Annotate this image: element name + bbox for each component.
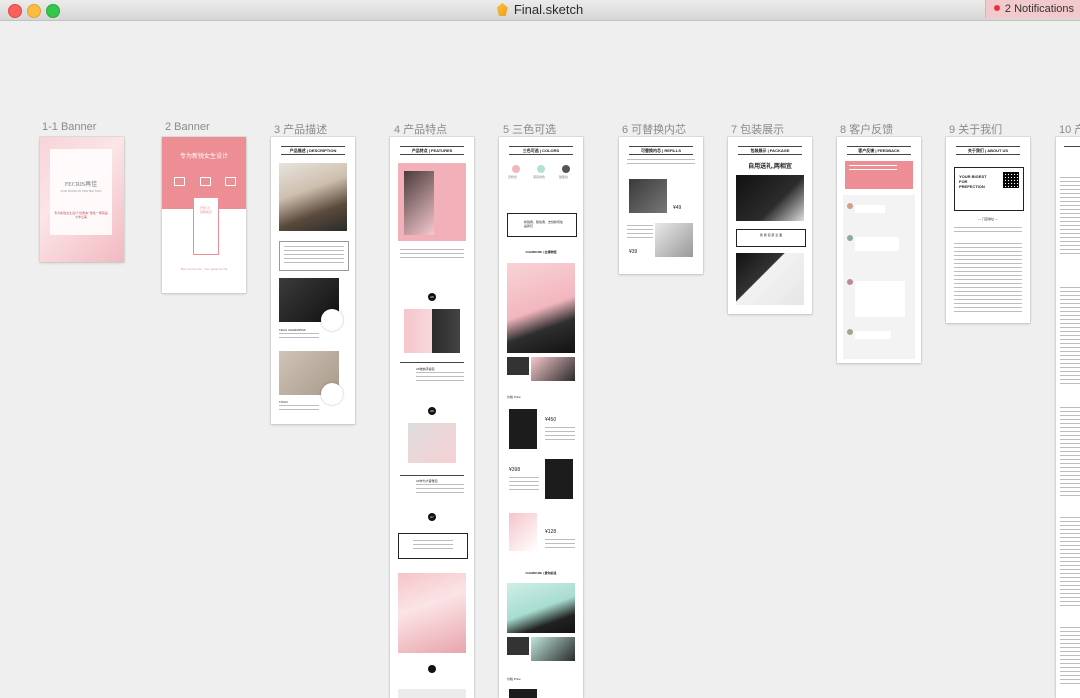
swatch-label: 薄荷绿色 xyxy=(533,175,546,179)
banner-footer-text: Born to love lite · Your guide for life xyxy=(180,267,228,271)
price-heading: 价格 Price xyxy=(507,677,521,681)
artboard-label[interactable]: 1-1 Banner xyxy=(42,121,96,133)
notifications-button[interactable]: 2 Notifications xyxy=(984,0,1080,18)
window-title-text: Final.sketch xyxy=(513,2,584,17)
avatar xyxy=(847,203,853,209)
price-value: ¥128 xyxy=(545,529,557,535)
feature-item: A6作为大容量包 xyxy=(416,479,438,483)
mint-product-photo xyxy=(507,583,575,633)
price-value: ¥398 xyxy=(509,467,521,473)
charm-title: CHARM ME | 爱你前进 xyxy=(525,571,557,575)
logo-badge xyxy=(428,665,436,673)
swatch-label: 皮粉色 xyxy=(508,175,518,179)
product-name: TEAU CHARMPINK xyxy=(279,328,306,332)
artboard-features[interactable]: 产品特点 | FEATURES A5 A5收纳手提包 A6 A6作为大容量包 A… xyxy=(390,137,474,698)
key-icon xyxy=(225,177,236,186)
artboard-colors[interactable]: 三色可选 | COLORS 皮粉色 薄荷绿色 酷黑色 新锐者、随性者、去创新何处… xyxy=(499,137,583,698)
artboard-label[interactable]: 4 产品特点 xyxy=(394,121,447,137)
artboard-banner-2[interactable]: 专为新锐女生设计 开合 可替换笔芯 Born to love lite · Yo… xyxy=(162,137,246,293)
banner-tagline: FOR PASSION PROTECTION xyxy=(60,189,102,193)
artboard-description[interactable]: 产品描述 | DESCRIPTION TEAU CHARMPINK TOGO xyxy=(271,137,355,424)
artboard-banner-1[interactable]: FECRIS再佳 FOR PASSION PROTECTION 专为新锐女生设计… xyxy=(40,137,124,262)
refill-photo xyxy=(629,179,667,213)
quote-box xyxy=(398,533,468,559)
package-box: 简 者 包 装 全 面 xyxy=(736,229,806,247)
artboard-feedback[interactable]: 客户反馈 | FEEDBACK xyxy=(837,137,921,363)
price-value: ¥450 xyxy=(545,417,557,423)
banner-logo: FECRIS再佳 xyxy=(64,182,98,188)
package-photo-black xyxy=(736,175,804,221)
card-icon xyxy=(200,177,211,186)
artboard-label[interactable]: 3 产品描述 xyxy=(274,121,327,137)
banner-card: FECRIS再佳 FOR PASSION PROTECTION 专为新锐女生设计… xyxy=(50,149,112,235)
swatch-label: 酷黑色 xyxy=(559,175,569,179)
artboard-label[interactable]: 5 三色可选 xyxy=(503,121,556,137)
window-title: Final.sketch xyxy=(0,2,1080,17)
banner-subtext: 专为新锐女生设计“优质本” 随性一搏就是大学之美 xyxy=(54,211,108,219)
artboard-label[interactable]: 10 产 xyxy=(1059,121,1080,137)
price-heading: 价格 Price xyxy=(507,395,521,399)
detail-circle xyxy=(321,309,343,331)
banner-tag: 开合 可替换笔芯 xyxy=(193,197,219,255)
product-pink-notebook xyxy=(509,513,537,551)
package-title: 自用送礼,两相宜 xyxy=(748,164,792,170)
banner-tag-text: 开合 可替换笔芯 xyxy=(200,206,213,214)
window-titlebar: Final.sketch 2 Notifications xyxy=(0,0,1080,21)
slogan-box: YOUR BIGEST FOR PREFECTION xyxy=(954,167,1024,211)
package-photo-white xyxy=(736,253,804,305)
product-name: TOGO xyxy=(279,400,288,404)
size-badge: A5 xyxy=(428,293,436,301)
store-address-title: — 门店地址 — xyxy=(978,217,998,221)
artboard-10[interactable] xyxy=(1056,137,1080,698)
refill-price: ¥39 xyxy=(629,249,638,255)
product-black-notebook xyxy=(545,459,573,499)
notifications-label: 2 Notifications xyxy=(1004,3,1074,15)
phone-icon xyxy=(174,177,185,186)
flamingo-photo xyxy=(398,573,466,653)
artboard-label[interactable]: 6 可替换内芯 xyxy=(622,121,686,137)
detail-circle xyxy=(321,383,343,405)
quote-box: 新锐者、随性者、去创新何处是我们 xyxy=(507,213,577,237)
artboard-package[interactable]: 包装展示 | PACKAGE 自用送礼,两相宜 简 者 包 装 全 面 xyxy=(728,137,812,314)
notebook-open-photo xyxy=(404,309,460,353)
quote-text: 新锐者、随性者、去创新何处是我们 xyxy=(524,220,564,228)
artboard-label[interactable]: 2 Banner xyxy=(165,121,210,133)
artboard-label[interactable]: 7 包装展示 xyxy=(731,121,784,137)
swatch-pink[interactable] xyxy=(512,165,520,173)
refill-photo xyxy=(655,223,693,257)
size-badge: A7 xyxy=(428,513,436,521)
avatar xyxy=(847,235,853,241)
sketch-file-icon xyxy=(496,3,508,16)
product-photo xyxy=(279,163,347,231)
artboard-label[interactable]: 9 关于我们 xyxy=(949,121,1002,137)
notification-dot-icon xyxy=(993,5,1000,11)
slogan: YOUR BIGEST FOR PREFECTION xyxy=(959,174,987,189)
avatar xyxy=(847,279,853,285)
three-color-photo xyxy=(507,263,575,353)
swatch-mint[interactable] xyxy=(537,165,545,173)
notebook-a6-photo xyxy=(408,423,456,463)
refill-price: ¥49 xyxy=(673,205,682,211)
package-box-text: 简 者 包 装 全 面 xyxy=(759,233,783,237)
qr-code-icon xyxy=(1003,172,1019,188)
artboard-about[interactable]: 关于我们 | ABOUT US YOUR BIGEST FOR PREFECTI… xyxy=(946,137,1030,323)
sketch-canvas[interactable]: 1-1 Banner 2 Banner 3 产品描述 4 产品特点 5 三色可选… xyxy=(0,21,1080,698)
feedback-banner xyxy=(845,161,913,189)
banner-title: 专为新锐女生设计 xyxy=(179,154,228,160)
swatch-black[interactable] xyxy=(562,165,570,173)
artboard-label[interactable]: 8 客户反馈 xyxy=(840,121,893,137)
product-black-notebook xyxy=(509,409,537,449)
feature-item: A5收纳手提包 xyxy=(416,367,435,371)
charm-title: CHARM ME | 去博物馆 xyxy=(525,250,557,254)
size-badge: A6 xyxy=(428,407,436,415)
feature-photo-pink xyxy=(398,163,466,241)
avatar xyxy=(847,329,853,335)
chat-screenshot xyxy=(843,195,915,359)
artboard-refills[interactable]: 可替换内芯 | REFILLS ¥49 ¥39 xyxy=(619,137,703,274)
description-box xyxy=(279,241,349,271)
